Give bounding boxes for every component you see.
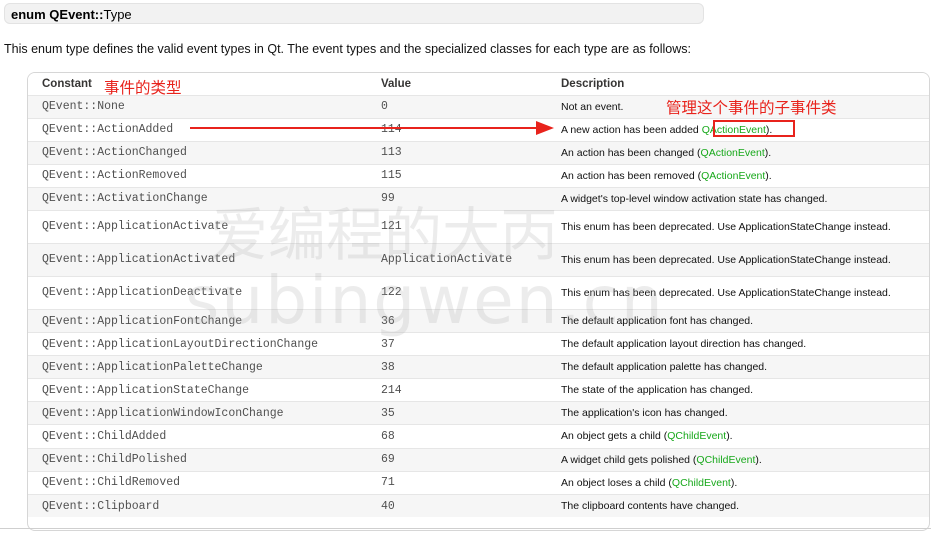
constant-cell: QEvent::ApplicationWindowIconChange (28, 401, 369, 425)
intro-text: This enum type defines the valid event t… (4, 42, 691, 56)
value-cell: 115 (369, 163, 549, 188)
table-row: QEvent::ActivationChange 99 A widget's top… (28, 186, 929, 211)
value-cell: 38 (369, 355, 549, 379)
table-row: QEvent::ApplicationDeactivate 122 This enu… (28, 275, 929, 310)
class-link[interactable]: QActionEvent (701, 147, 765, 159)
description-cell: This enum has been deprecated. Use Appli… (549, 209, 929, 244)
description-text: An object gets a child ( (561, 430, 668, 443)
constant-cell: QEvent::ActivationChange (28, 186, 369, 211)
constant-cell: QEvent::ChildAdded (28, 424, 369, 449)
value-cell: 121 (369, 209, 549, 244)
enum-name: Type (103, 7, 132, 22)
description-text: An object loses a child ( (561, 476, 672, 489)
red-arrow-annotation (190, 121, 554, 135)
table-row: QEvent::ApplicationActivate 121 This enum … (28, 209, 929, 244)
constant-cell: QEvent::Clipboard (28, 493, 369, 518)
value-cell: 214 (369, 378, 549, 402)
table-row: QEvent::ApplicationFontChange 36 The defau… (28, 308, 929, 333)
event-type-table: Constant Value Description QEvent::None 0… (27, 72, 930, 531)
value-cell: 113 (369, 140, 549, 165)
description-text-end: ). (764, 146, 772, 159)
table-row: QEvent::ApplicationStateChange 214 The sta… (28, 378, 929, 402)
enum-prefix: enum QEvent:: (11, 7, 104, 22)
highlight-box-qactionevent (713, 120, 795, 137)
description-cell: An action has been changed (QActionEvent… (549, 140, 929, 165)
value-cell: 40 (369, 493, 549, 518)
description-cell: The default application font has changed… (549, 308, 929, 333)
table-row: QEvent::ChildAdded 68 An object gets a chi… (28, 424, 929, 449)
description-text-end: ). (726, 430, 733, 443)
column-header-constant: Constant (28, 73, 369, 95)
constant-cell: QEvent::ApplicationFontChange (28, 308, 369, 333)
description-cell: The clipboard contents have changed. (549, 493, 929, 518)
constant-cell: QEvent::ApplicationStateChange (28, 378, 369, 402)
constant-cell: QEvent::ActionRemoved (28, 163, 369, 188)
table-row: QEvent::ApplicationActivated ApplicationA… (28, 242, 929, 277)
description-text-end: ). (730, 476, 738, 489)
description-cell: An object gets a child (QChildEvent). (549, 424, 929, 449)
description-text: An action has been changed ( (561, 146, 701, 159)
description-cell: The application's icon has changed. (549, 401, 929, 425)
value-cell: 69 (369, 447, 549, 472)
column-header-description: Description (549, 73, 929, 95)
constant-cell: QEvent::ApplicationLayoutDirectionChange (28, 332, 369, 356)
description-cell: The default application palette has chan… (549, 355, 929, 379)
constant-cell: QEvent::None (28, 94, 369, 119)
value-cell: 122 (369, 275, 549, 310)
description-text: A widget child gets polished ( (561, 453, 697, 466)
value-cell: 35 (369, 401, 549, 425)
description-text: A new action has been added (561, 123, 702, 136)
value-cell: 0 (369, 94, 549, 119)
value-cell: 37 (369, 332, 549, 356)
class-link[interactable]: QActionEvent (701, 170, 765, 182)
constant-cell: QEvent::ApplicationDeactivate (28, 275, 369, 310)
value-cell: ApplicationActivate (369, 242, 549, 277)
table-row: QEvent::ActionChanged 113 An action has be… (28, 140, 929, 165)
class-link[interactable]: QChildEvent (672, 477, 731, 489)
constant-cell: QEvent::ActionChanged (28, 140, 369, 165)
annotation-description-note: 管理这个事件的子事件类 (666, 99, 837, 117)
description-cell: A widget child gets polished (QChildEven… (549, 447, 929, 472)
constant-cell: QEvent::ChildPolished (28, 447, 369, 472)
column-header-value: Value (369, 73, 549, 95)
constant-cell: QEvent::ApplicationPaletteChange (28, 355, 369, 379)
class-link[interactable]: QChildEvent (667, 430, 726, 442)
table-row: QEvent::ApplicationWindowIconChange 35 The… (28, 401, 929, 425)
table-row: QEvent::ActionRemoved 115 An action has be… (28, 163, 929, 188)
description-cell: An action has been removed (QActionEvent… (549, 163, 929, 188)
constant-cell: QEvent::ChildRemoved (28, 470, 369, 495)
constant-cell: QEvent::ApplicationActivate (28, 209, 369, 244)
description-text-end: ). (755, 453, 762, 466)
annotation-constant-note: 事件的类型 (104, 79, 182, 97)
table-row: QEvent::ApplicationPaletteChange 38 The de… (28, 355, 929, 379)
description-cell: This enum has been deprecated. Use Appli… (549, 242, 929, 277)
bottom-divider (0, 528, 931, 529)
table-row: QEvent::Clipboard 40 The clipboard content… (28, 493, 929, 518)
description-cell: An object loses a child (QChildEvent). (549, 470, 929, 495)
enum-signature: enum QEvent::Type (4, 3, 704, 24)
table-row: QEvent::ApplicationLayoutDirectionChange… (28, 332, 929, 356)
constant-cell: QEvent::ApplicationActivated (28, 242, 369, 277)
description-text-end: ). (765, 169, 772, 182)
description-cell: This enum has been deprecated. Use Appli… (549, 275, 929, 310)
value-cell: 68 (369, 424, 549, 449)
value-cell: 36 (369, 308, 549, 333)
description-cell: A widget's top-level window activation s… (549, 186, 929, 211)
value-cell: 71 (369, 470, 549, 495)
description-text: An action has been removed ( (561, 169, 702, 182)
class-link[interactable]: QChildEvent (696, 454, 755, 466)
description-cell: The default application layout direction… (549, 332, 929, 356)
table-row: QEvent::ChildPolished 69 A widget child ge… (28, 447, 929, 472)
description-cell: The state of the application has changed… (549, 378, 929, 402)
table-row: QEvent::ChildRemoved 71 An object loses a … (28, 470, 929, 495)
value-cell: 99 (369, 186, 549, 211)
